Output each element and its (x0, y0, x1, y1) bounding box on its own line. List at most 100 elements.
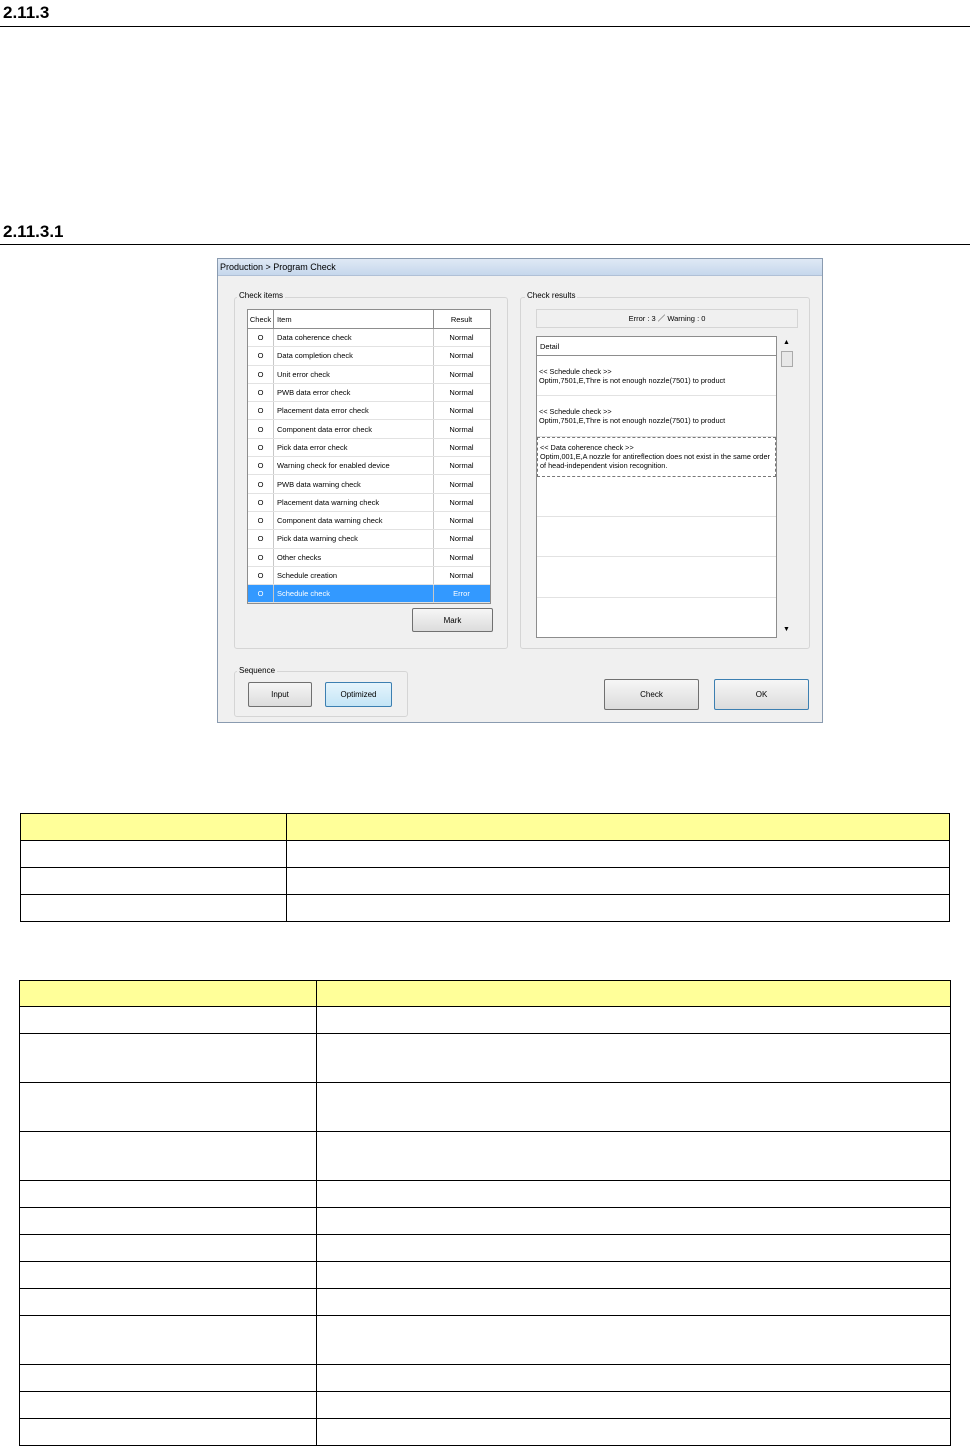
table-row[interactable]: O Pick data warning check Normal (248, 530, 490, 549)
row-check-mark: O (248, 493, 274, 511)
row-item-label: Pick data error check (274, 438, 434, 457)
table-row (20, 894, 950, 922)
row-check-mark: O (248, 438, 274, 457)
table-row (19, 1391, 951, 1419)
subsection-rule (0, 244, 970, 245)
detail-row[interactable] (537, 477, 776, 518)
table-row[interactable]: O Component data warning check Normal (248, 511, 490, 531)
detail-scrollbar[interactable]: ▲ ▼ (779, 336, 796, 638)
ok-button[interactable]: OK (714, 679, 809, 710)
table-row (19, 1364, 951, 1392)
row-check-mark: O (248, 365, 274, 383)
table-row (19, 1006, 951, 1034)
table-row[interactable]: O Schedule creation Normal (248, 566, 490, 586)
table-row (20, 840, 950, 868)
detail-row[interactable]: << Schedule check >> Optim,7501,E,Thre i… (537, 356, 776, 397)
table-row (19, 1288, 951, 1316)
table-row (19, 1207, 951, 1235)
row-check-mark: O (248, 420, 274, 438)
input-button[interactable]: Input (248, 682, 312, 707)
table-row[interactable]: O Schedule check Error (248, 585, 490, 604)
row-item-label: Unit error check (274, 365, 434, 383)
table-row[interactable]: O Placement data error check Normal (248, 402, 490, 421)
mark-button[interactable]: Mark (412, 608, 493, 632)
row-item-label: Component data error check (274, 420, 434, 438)
table-header-row (20, 813, 950, 841)
row-result: Normal (449, 534, 474, 544)
row-check-mark: O (248, 402, 274, 420)
section-rule (0, 26, 970, 27)
table-row[interactable]: O Component data error check Normal (248, 420, 490, 439)
detail-header: Detail (537, 337, 776, 356)
column-header-check[interactable]: Check (248, 310, 274, 328)
scroll-up-icon[interactable]: ▲ (783, 339, 790, 346)
table-row (19, 1131, 951, 1181)
detail-row[interactable]: << Schedule check >> Optim,7501,E,Thre i… (537, 396, 776, 437)
detail-row[interactable]: << Data coherence check >> Optim,001,E,A… (537, 436, 776, 477)
row-result: Normal (449, 424, 474, 434)
dialog-titlebar: Production > Program Check (218, 259, 822, 276)
row-item-label: PWB data error check (274, 383, 434, 402)
table-row[interactable]: O PWB data warning check Normal (248, 475, 490, 494)
row-result: Normal (449, 442, 474, 452)
row-check-mark: O (248, 347, 274, 365)
table-row (19, 1082, 951, 1132)
scroll-down-icon[interactable]: ▼ (783, 626, 790, 633)
row-item-label: Placement data error check (274, 402, 434, 420)
table-row (20, 867, 950, 895)
table-row[interactable]: O Data completion check Normal (248, 347, 490, 366)
row-result: Normal (449, 406, 474, 416)
table-row[interactable]: O Unit error check Normal (248, 365, 490, 384)
row-check-mark: O (248, 530, 274, 548)
table-row (19, 1315, 951, 1365)
table-row[interactable]: O Placement data warning check Normal (248, 493, 490, 512)
document-table-2 (19, 980, 951, 1446)
table-row[interactable]: O Data coherence check Normal (248, 329, 490, 348)
row-check-mark: O (248, 585, 274, 603)
row-result: Normal (449, 351, 474, 361)
detail-list[interactable]: Detail << Schedule check >> Optim,7501,E… (536, 336, 777, 638)
document-table-1 (20, 813, 950, 922)
row-result: Error (453, 589, 470, 599)
column-header-result[interactable]: Result (434, 310, 489, 328)
check-button[interactable]: Check (604, 679, 699, 710)
table-row (19, 1261, 951, 1289)
scroll-thumb[interactable] (781, 351, 793, 367)
row-result: Normal (449, 479, 474, 489)
sequence-label: Sequence (237, 666, 278, 675)
row-check-mark: O (248, 511, 274, 530)
check-results-label: Check results (525, 291, 578, 300)
column-header-item[interactable]: Item (274, 310, 434, 328)
row-result: Normal (449, 571, 474, 580)
detail-row[interactable] (537, 517, 776, 558)
subsection-heading: 2.11.3.1 (3, 222, 64, 241)
row-result: Normal (449, 333, 474, 343)
table-row[interactable]: O PWB data error check Normal (248, 383, 490, 403)
check-items-table[interactable]: Check Item Result O Data coherence check N… (247, 309, 491, 605)
row-check-mark: O (248, 475, 274, 493)
row-result: Normal (449, 516, 474, 526)
row-item-label: Placement data warning check (274, 493, 434, 511)
table-row (19, 1033, 951, 1083)
table-header: Check Item Result (248, 310, 490, 329)
program-check-dialog: Production > Program Check Check items C… (217, 258, 823, 723)
row-check-mark: O (248, 548, 274, 566)
row-item-label: Data coherence check (274, 329, 434, 347)
row-item-label: Pick data warning check (274, 530, 434, 548)
row-item-label: Other checks (274, 548, 434, 566)
row-check-mark: O (248, 566, 274, 585)
section-heading: 2.11.3 (3, 3, 50, 22)
row-check-mark: O (248, 329, 274, 347)
row-result: Normal (449, 497, 474, 507)
table-row (19, 1234, 951, 1262)
check-items-label: Check items (237, 291, 286, 300)
row-item-label: Data completion check (274, 347, 434, 365)
table-row[interactable]: O Warning check for enabled device Normal (248, 457, 490, 476)
row-result: Normal (449, 369, 474, 379)
table-row (19, 1180, 951, 1208)
row-result: Normal (449, 461, 474, 471)
detail-row[interactable] (537, 557, 776, 598)
table-row[interactable]: O Pick data error check Normal (248, 438, 490, 458)
table-row[interactable]: O Other checks Normal (248, 548, 490, 567)
optimized-button[interactable]: Optimized (325, 682, 392, 707)
